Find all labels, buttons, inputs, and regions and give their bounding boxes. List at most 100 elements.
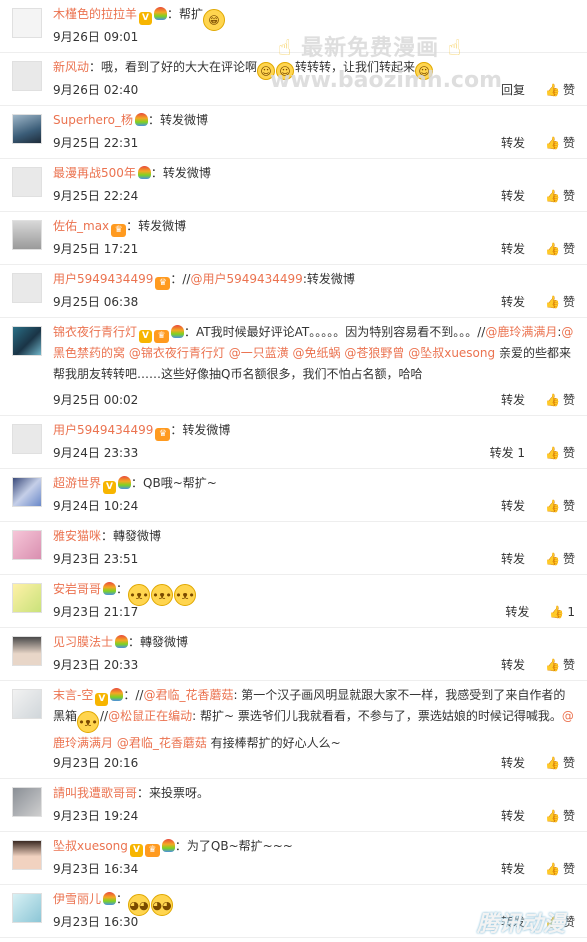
- avatar[interactable]: [12, 220, 42, 250]
- username-link[interactable]: 超游世界: [53, 476, 101, 490]
- like-button[interactable]: 👍 赞: [545, 552, 575, 566]
- forward-button[interactable]: 转发: [501, 756, 525, 770]
- mention-link[interactable]: @君临_花香蘑菇: [143, 688, 233, 702]
- username-link[interactable]: 請叫我遭歌哥哥: [53, 786, 137, 800]
- avatar[interactable]: [12, 689, 42, 719]
- thumbs-up-icon: 👍: [545, 189, 560, 203]
- colorful-bulb-icon[interactable]: [161, 839, 175, 852]
- verified-v-icon[interactable]: V: [139, 12, 153, 25]
- forward-button[interactable]: 转发 1: [490, 446, 525, 460]
- avatar[interactable]: [12, 8, 42, 38]
- like-button[interactable]: 👍 赞: [545, 295, 575, 309]
- like-button[interactable]: 👍 赞: [545, 499, 575, 513]
- forward-button[interactable]: 转发: [505, 605, 529, 619]
- avatar[interactable]: [12, 530, 42, 560]
- username-link[interactable]: 木槿色的拉拉羊: [53, 7, 137, 21]
- mention-link[interactable]: @鹿玲满满月: [485, 325, 557, 339]
- avatar[interactable]: [12, 583, 42, 613]
- like-button[interactable]: 👍 赞: [545, 446, 575, 460]
- like-button[interactable]: 👍 赞: [545, 756, 575, 770]
- avatar[interactable]: [12, 477, 42, 507]
- mention-link[interactable]: @锦衣夜行青行灯: [129, 346, 225, 360]
- thumbs-up-icon: 👍: [545, 446, 560, 460]
- like-label: 赞: [562, 552, 575, 566]
- forward-button[interactable]: 转发: [501, 242, 525, 256]
- colorful-bulb-icon[interactable]: [110, 688, 124, 701]
- avatar[interactable]: [12, 893, 42, 923]
- mention-link[interactable]: @一只蓝潢: [229, 346, 289, 360]
- colorful-bulb-icon[interactable]: [137, 166, 151, 179]
- like-button[interactable]: 👍 赞: [545, 83, 575, 97]
- mention-link[interactable]: @坠叔xuesong: [408, 346, 495, 360]
- forward-button[interactable]: 转发: [501, 393, 525, 407]
- mention-link[interactable]: @免纸蜗: [293, 346, 341, 360]
- like-button[interactable]: 👍 赞: [545, 242, 575, 256]
- vip-crown-icon[interactable]: ♛: [155, 428, 171, 441]
- username-link[interactable]: 安岩哥哥: [53, 582, 101, 596]
- forward-button[interactable]: 转发: [501, 295, 525, 309]
- username-link[interactable]: 坠叔xuesong: [53, 839, 128, 853]
- like-button[interactable]: 👍 赞: [545, 136, 575, 150]
- colorful-bulb-icon[interactable]: [103, 892, 117, 905]
- like-button[interactable]: 👍 1: [549, 605, 575, 619]
- comment-actions: 转发 👍 赞: [481, 240, 575, 258]
- forward-button[interactable]: 转发: [501, 658, 525, 672]
- mention-link[interactable]: @松鼠正在编动: [108, 709, 192, 723]
- comment-text: :转发微博: [302, 272, 355, 286]
- comment-text: : 帮扩~ 票选爷们儿我就看看，不参与了，票选姑娘的时候记得喊我。: [192, 709, 562, 723]
- verified-v-icon[interactable]: V: [95, 693, 109, 706]
- avatar[interactable]: [12, 636, 42, 666]
- mention-link[interactable]: @用户5949434499: [190, 272, 302, 286]
- like-button[interactable]: 👍 赞: [545, 862, 575, 876]
- username-link[interactable]: 雅安猫咪: [53, 529, 101, 543]
- mention-link[interactable]: @君临_花香蘑菇: [117, 736, 207, 750]
- colorful-bulb-icon[interactable]: [134, 113, 148, 126]
- vip-crown-icon[interactable]: ♛: [154, 330, 170, 343]
- forward-button[interactable]: 转发: [501, 499, 525, 513]
- username-link[interactable]: 最漫再战500年: [53, 166, 136, 180]
- comment-item: 請叫我遭歌哥哥：来投票呀。 9月23日 19:24 转发 👍 赞: [0, 779, 587, 832]
- avatar[interactable]: [12, 840, 42, 870]
- colorful-bulb-icon[interactable]: [154, 7, 168, 20]
- mention-link[interactable]: @苍狼野曾: [344, 346, 404, 360]
- colorful-bulb-icon[interactable]: [118, 476, 132, 489]
- username-link[interactable]: 佐佑_max: [53, 219, 109, 233]
- forward-button[interactable]: 回复: [501, 83, 525, 97]
- username-link[interactable]: 锦衣夜行青行灯: [53, 325, 137, 339]
- like-button[interactable]: 👍 赞: [545, 393, 575, 407]
- verified-v-icon[interactable]: V: [139, 330, 153, 343]
- forward-button[interactable]: 转发: [501, 136, 525, 150]
- like-button[interactable]: 👍 赞: [545, 809, 575, 823]
- colorful-bulb-icon[interactable]: [103, 582, 117, 595]
- forward-button[interactable]: 转发: [501, 862, 525, 876]
- forward-button[interactable]: 转发: [501, 189, 525, 203]
- username-link[interactable]: 末言-空: [53, 688, 93, 702]
- avatar[interactable]: [12, 114, 42, 144]
- username-link[interactable]: 用户5949434499: [53, 423, 153, 437]
- vip-crown-icon[interactable]: ♛: [144, 844, 160, 857]
- username-link[interactable]: 见习膜法士: [53, 635, 113, 649]
- like-button[interactable]: 👍 赞: [545, 189, 575, 203]
- avatar[interactable]: [12, 167, 42, 197]
- avatar[interactable]: [12, 273, 42, 303]
- verified-v-icon[interactable]: V: [103, 481, 117, 494]
- vip-crown-icon[interactable]: ♛: [111, 224, 127, 237]
- verified-v-icon[interactable]: V: [129, 844, 143, 857]
- forward-button[interactable]: 转发: [501, 552, 525, 566]
- username-link[interactable]: 用户5949434499: [53, 272, 153, 286]
- vip-crown-icon[interactable]: ♛: [155, 277, 171, 290]
- username-link[interactable]: 新风动: [53, 60, 89, 74]
- like-button[interactable]: 👍 赞: [545, 658, 575, 672]
- username-link[interactable]: Superhero_杨: [53, 113, 133, 127]
- username-link[interactable]: 伊雪丽儿: [53, 892, 101, 906]
- avatar[interactable]: [12, 326, 42, 356]
- comment-meta: 9月24日 23:33 转发 1 👍 赞: [53, 444, 575, 462]
- comment-meta: 9月25日 22:31 转发 👍 赞: [53, 134, 575, 152]
- comment-meta: 9月23日 19:24 转发 👍 赞: [53, 807, 575, 825]
- forward-button[interactable]: 转发: [501, 809, 525, 823]
- avatar[interactable]: [12, 61, 42, 91]
- colorful-bulb-icon[interactable]: [171, 325, 185, 338]
- avatar[interactable]: [12, 424, 42, 454]
- colorful-bulb-icon[interactable]: [115, 635, 129, 648]
- avatar[interactable]: [12, 787, 42, 817]
